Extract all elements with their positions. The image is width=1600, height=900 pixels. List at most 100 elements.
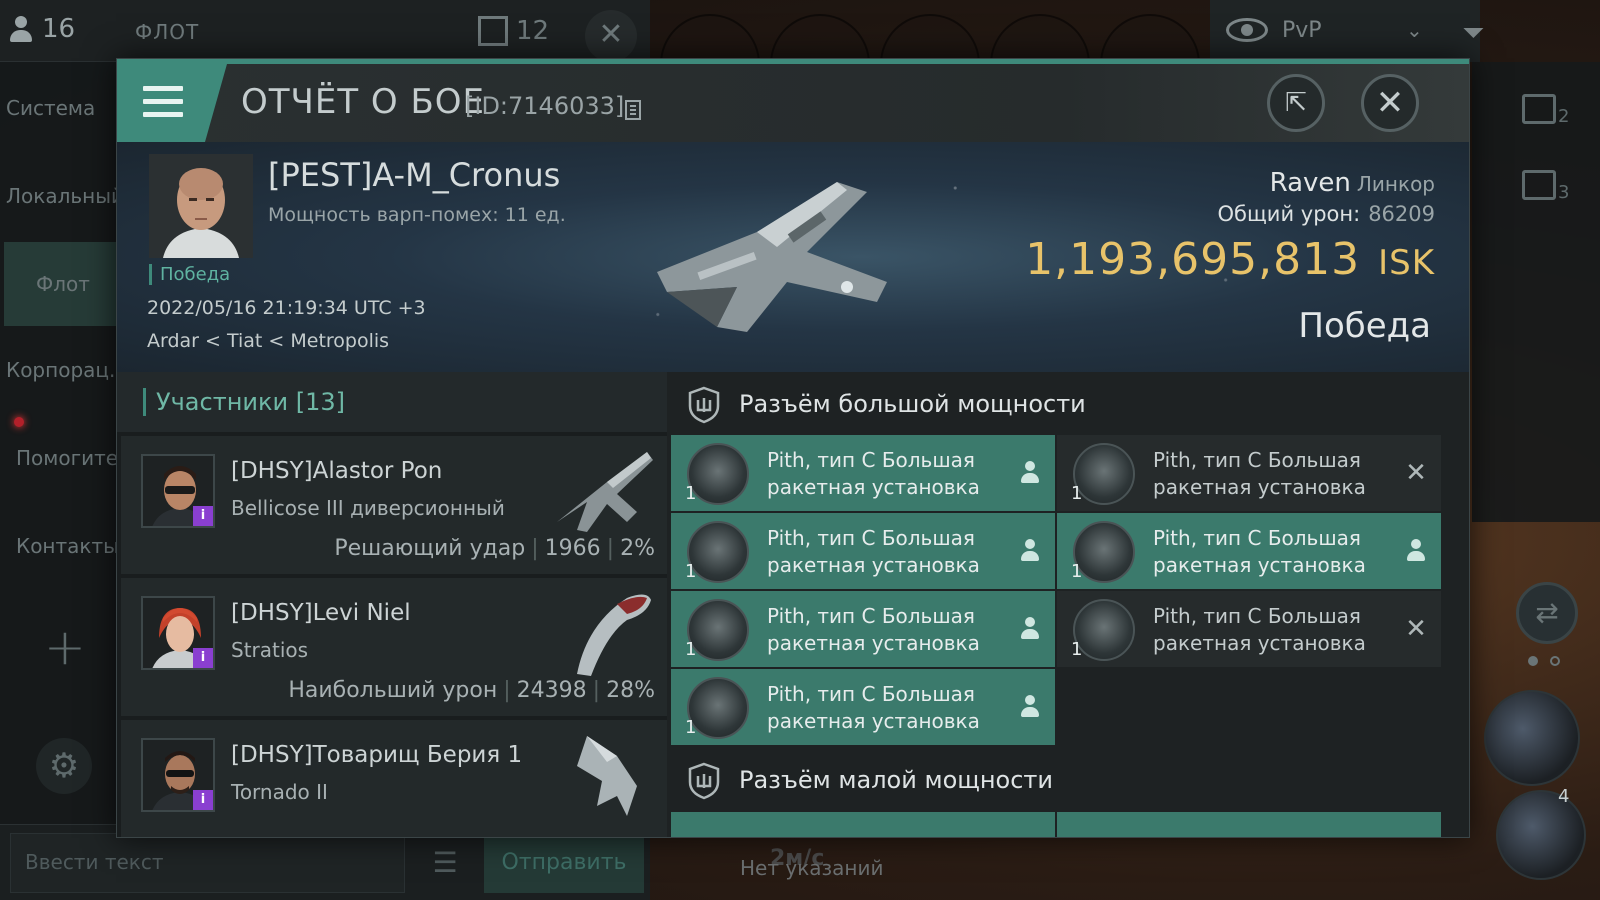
module-tile-partial[interactable]: [671, 812, 1055, 837]
module-name: Pith, тип C Большая ракетная установка: [767, 526, 980, 577]
low-slot-header: Разъём малой мощности: [669, 748, 1469, 810]
module-name: Pith, тип C Большая ракетная установка: [767, 604, 980, 655]
participant-avatar[interactable]: i: [141, 596, 215, 670]
close-icon[interactable]: ✕: [1361, 74, 1419, 132]
page-dot[interactable]: [1550, 656, 1560, 666]
module-tile-partial[interactable]: [1057, 812, 1441, 837]
gear-icon[interactable]: ⚙: [36, 738, 92, 794]
participant-damage: 1966: [544, 536, 601, 561]
victim-ship-name: Raven: [1269, 168, 1351, 198]
participant-percent: 2%: [620, 536, 655, 561]
module-tile[interactable]: 1 Pith, тип C Большая ракетная установка: [1057, 513, 1441, 589]
member-tag-icon: i: [193, 648, 213, 668]
module-button[interactable]: [1484, 690, 1580, 786]
battle-outcome: Победа: [1298, 306, 1431, 346]
alert-dot: [14, 417, 24, 427]
module-button[interactable]: [1496, 790, 1586, 880]
eye-icon: [1226, 18, 1268, 42]
module-tile[interactable]: 1 Pith, тип C Большая ракетная установка: [671, 591, 1055, 667]
high-slot-header: Разъём большой мощности: [669, 372, 1469, 434]
participant-ship: Stratios: [231, 638, 309, 662]
module-qty: 1: [685, 561, 697, 582]
overview-circles: [650, 0, 1210, 114]
participant-avatar[interactable]: i: [141, 454, 215, 528]
isk-amount: 1,193,695,813: [1025, 234, 1361, 285]
module-name: Pith, тип C Большая ракетная установка: [767, 448, 980, 499]
participant-name[interactable]: [DHSY]Товарищ Берия 1: [231, 742, 522, 768]
fitting-panel: Разъём большой мощности 1 Pith, тип C Бо…: [669, 372, 1469, 837]
window-count: 2: [1558, 106, 1570, 127]
warp-disruption: Мощность варп-помех: 11 ед.: [268, 204, 566, 226]
window-count: 3: [1558, 182, 1570, 203]
participant-ship: Bellicose III диверсионный: [231, 496, 505, 520]
battle-location[interactable]: Ardar < Tiat < Metropolis: [147, 330, 389, 352]
victim-summary: [PEST]A-M_Cronus Мощность варп-помех: 11…: [117, 142, 1469, 372]
close-icon: ✕: [1405, 614, 1427, 644]
victim-ship: Raven Линкор: [1270, 168, 1435, 198]
plus-icon[interactable]: +: [44, 618, 86, 676]
filter-icon[interactable]: ⏷: [1462, 16, 1484, 50]
victim-avatar[interactable]: [149, 154, 253, 258]
participant-role: Наибольший урон: [288, 678, 498, 703]
module-name: Pith, тип C Большая ракетная установка: [767, 682, 980, 733]
module-tile[interactable]: 1 Pith, тип C Большая ракетная установка…: [1057, 591, 1441, 667]
sidebar-item-local[interactable]: Локальный: [6, 184, 120, 208]
module-tile[interactable]: 1 Pith, тип C Большая ракетная установка: [671, 513, 1055, 589]
participant-avatar[interactable]: i: [141, 738, 215, 812]
fleet-count-value: 12: [516, 16, 550, 46]
person-icon: [1019, 617, 1041, 641]
module-tile[interactable]: 1 Pith, тип C Большая ракетная установка: [671, 435, 1055, 511]
participant-name[interactable]: [DHSY]Levi Niel: [231, 600, 411, 626]
fleet-tab[interactable]: ФЛОТ: [135, 20, 199, 44]
participant-stats: Наибольший урон | 24398 | 28%: [288, 678, 655, 703]
participant-percent: 28%: [606, 678, 655, 703]
chevron-down-icon[interactable]: ⌄: [1406, 18, 1423, 42]
menu-button[interactable]: [117, 64, 227, 142]
fleet-panel-header: 16 ФЛОТ 12 ✕: [0, 0, 650, 62]
copy-icon[interactable]: [625, 100, 641, 120]
sidebar-item-system[interactable]: Система: [6, 96, 120, 120]
victim-name[interactable]: [PEST]A-M_Cronus: [268, 156, 560, 194]
participant-row[interactable]: i [DHSY]Alastor Pon Bellicose III диверс…: [121, 436, 667, 576]
window-icon[interactable]: [1522, 170, 1556, 200]
participant-role: Решающий удар: [334, 536, 526, 561]
module-qty: 1: [1071, 483, 1083, 504]
pvp-filter[interactable]: PvP ⌄: [1210, 0, 1480, 62]
person-icon: [1019, 539, 1041, 563]
chat-send-button[interactable]: Отправить: [484, 833, 644, 893]
panel-close-icon[interactable]: ✕: [585, 10, 637, 62]
share-icon[interactable]: ⇱: [1267, 74, 1325, 132]
pilot-icon: [10, 16, 32, 42]
chat-menu-icon[interactable]: ☰: [412, 833, 478, 893]
low-slot-title: Разъём малой мощности: [739, 766, 1054, 794]
sidebar-item-help[interactable]: Помогите: [16, 446, 130, 470]
dialog-title: ОТЧЁТ О БОЕ: [241, 82, 486, 122]
fleet-member-count[interactable]: 12: [478, 16, 549, 46]
pilot-count[interactable]: 16: [10, 14, 75, 44]
top-bar: 16 ФЛОТ 12 ✕ PvP ⌄ ⏷: [0, 0, 1600, 114]
chat-input[interactable]: Ввести текст: [10, 833, 405, 893]
participant-damage: 24398: [516, 678, 587, 703]
participants-header: Участники [13]: [117, 372, 667, 432]
victim-ship-image[interactable]: [637, 162, 917, 352]
participants-title: Участники [13]: [143, 388, 345, 416]
module-tile[interactable]: 1 Pith, тип C Большая ракетная установка…: [1057, 435, 1441, 511]
participant-ship-image: [577, 736, 637, 816]
close-icon: ✕: [1405, 458, 1427, 488]
participant-ship-image: [557, 452, 653, 532]
page-dot-active[interactable]: [1528, 656, 1538, 666]
module-name: Pith, тип C Большая ракетная установка: [1153, 448, 1366, 499]
participant-row[interactable]: i [DHSY]Товарищ Берия 1 Tornado II: [121, 720, 667, 837]
person-icon: [1405, 539, 1427, 563]
participant-row[interactable]: i [DHSY]Levi Niel Stratios Наибольший ур…: [121, 578, 667, 718]
window-icon[interactable]: [1522, 94, 1556, 124]
person-icon: [1019, 695, 1041, 719]
participant-ship-image: [577, 594, 651, 676]
sidebar-item-contacts[interactable]: Контакты: [16, 534, 130, 558]
module-tile[interactable]: 1 Pith, тип C Большая ракетная установка: [671, 669, 1055, 745]
module-name: Pith, тип C Большая ракетная установка: [1153, 604, 1366, 655]
swap-icon[interactable]: ⇄: [1516, 582, 1578, 644]
module-qty: 1: [1071, 561, 1083, 582]
sidebar-item-corporation[interactable]: Корпорац...: [6, 358, 120, 382]
participant-name[interactable]: [DHSY]Alastor Pon: [231, 458, 442, 484]
